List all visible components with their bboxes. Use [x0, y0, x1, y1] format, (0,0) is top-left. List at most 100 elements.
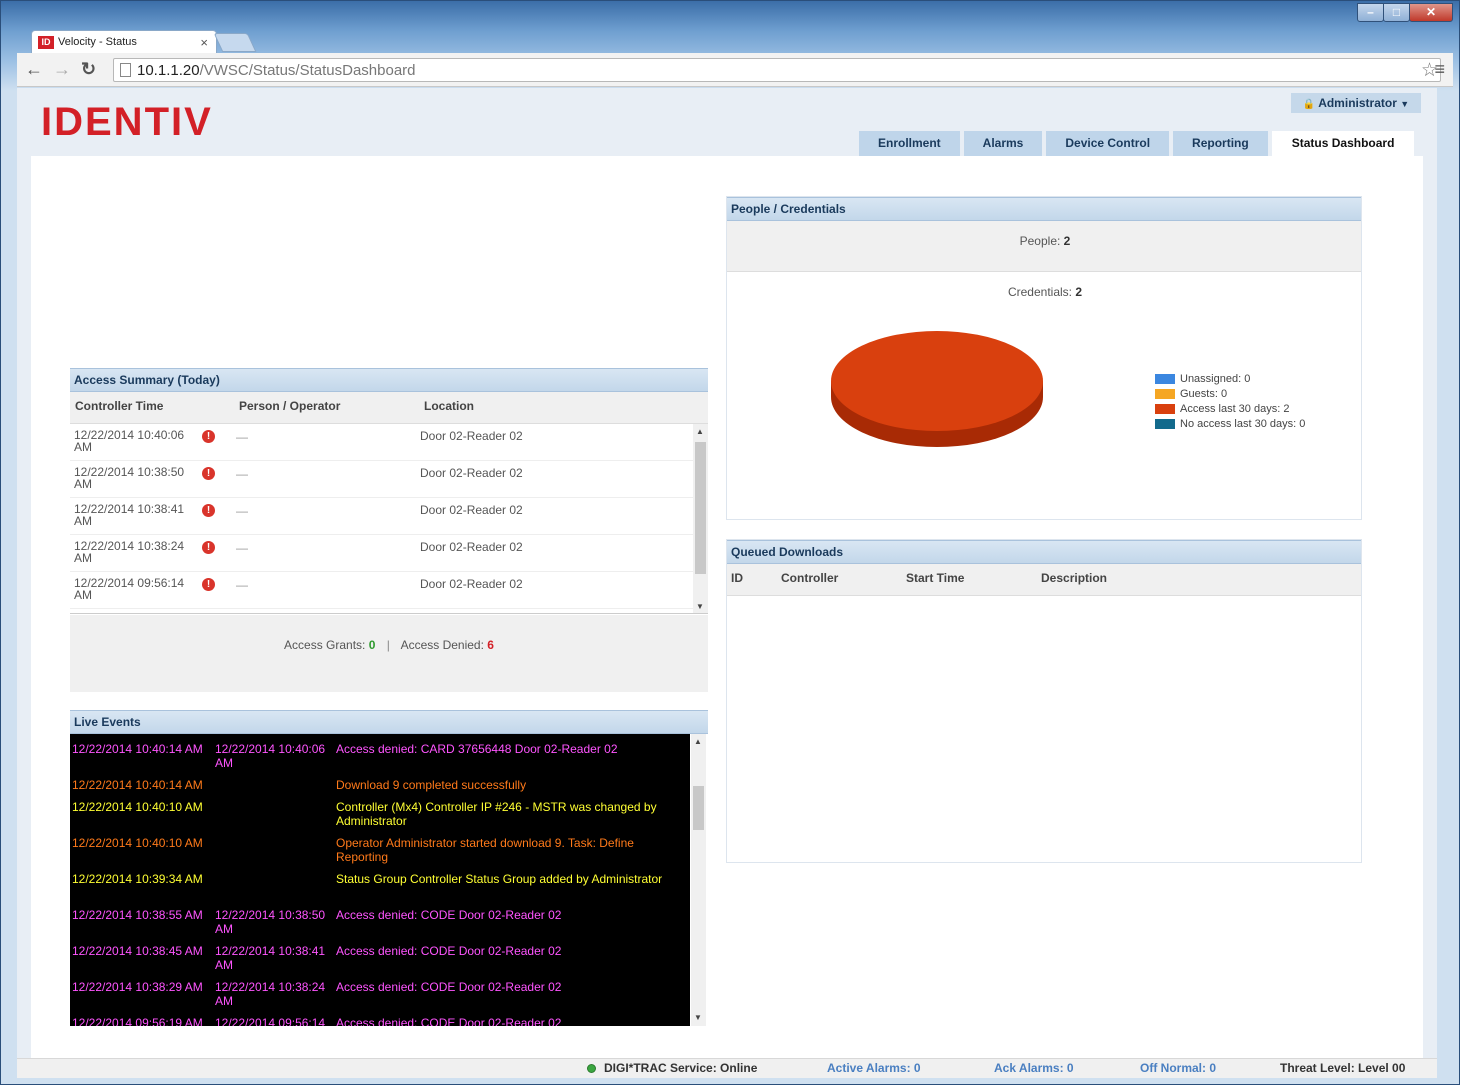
legend-swatch	[1155, 418, 1175, 429]
people-value: 2	[1063, 234, 1071, 248]
list-item[interactable]: 12/22/2014 10:38:45 AM 12/22/2014 10:38:4…	[70, 936, 690, 972]
event-message: Access denied: CODE Door 02-Reader 02	[336, 1016, 562, 1026]
event-time: 12/22/2014 10:38:29 AM	[72, 980, 203, 994]
credentials-pie-chart	[831, 331, 1043, 447]
event-time: 12/22/2014 10:40:10 AM	[72, 836, 203, 850]
people-credentials-title: People / Credentials	[727, 197, 1361, 221]
table-row[interactable]: 12/22/2014 10:38:24 AM! — Door 02-Reader 0…	[70, 535, 708, 572]
pie-slice[interactable]	[831, 331, 1043, 431]
scroll-down-icon[interactable]: ▼	[696, 602, 704, 611]
row-person: —	[236, 430, 248, 444]
event-message: Download 9 completed successfully	[336, 778, 527, 792]
scroll-down-icon[interactable]: ▼	[694, 1013, 702, 1022]
online-status-icon	[587, 1064, 596, 1073]
col-start-time[interactable]: Start Time	[906, 571, 964, 585]
credentials-label: Credentials:	[1007, 285, 1072, 299]
live-events-title: Live Events	[70, 710, 708, 734]
event-time: 12/22/2014 10:40:14 AM	[72, 778, 203, 792]
list-item[interactable]: 12/22/2014 10:40:14 AM 12/22/2014 10:40:0…	[70, 734, 690, 770]
row-location: Door 02-Reader 02	[420, 503, 523, 517]
scroll-thumb[interactable]	[693, 786, 704, 830]
page-icon	[120, 63, 131, 77]
tab-reporting[interactable]: Reporting	[1173, 131, 1268, 156]
access-summary-header: Controller Time Person / Operator Locati…	[70, 392, 708, 424]
row-location: Door 02-Reader 02	[420, 429, 523, 443]
list-item[interactable]: 12/22/2014 10:40:10 AM Operator Administr…	[70, 828, 690, 864]
col-id[interactable]: ID	[731, 571, 743, 585]
reload-icon[interactable]: ↻	[81, 59, 96, 80]
totals-separator: |	[386, 638, 390, 652]
table-row[interactable]: 12/22/2014 10:38:41 AM! — Door 02-Reader 0…	[70, 498, 708, 535]
event-time: 12/22/2014 10:39:34 AM	[72, 872, 203, 886]
event-message: Status Group Controller Status Group add…	[336, 872, 663, 886]
tab-enrollment[interactable]: Enrollment	[859, 131, 960, 156]
service-status: DIGI*TRAC Service: Online	[587, 1061, 757, 1075]
legend-swatch	[1155, 388, 1175, 399]
list-item[interactable]: 12/22/2014 09:56:19 AM 12/22/2014 09:56:1…	[70, 1008, 690, 1026]
table-row[interactable]: 12/22/2014 09:56:14 AM! — Door 02-Reader 0…	[70, 572, 708, 609]
back-arrow-icon[interactable]: ←	[25, 59, 43, 80]
table-row[interactable]: 12/22/2014 10:40:06 AM! — Door 02-Reader 0…	[70, 424, 708, 461]
maximize-button[interactable]: □	[1383, 3, 1410, 22]
queued-downloads-title: Queued Downloads	[727, 540, 1361, 564]
minimize-button[interactable]: –	[1357, 3, 1384, 22]
event-message: Operator Administrator started download …	[336, 836, 634, 864]
list-item[interactable]: 12/22/2014 10:40:14 AM Download 9 complet…	[70, 770, 690, 792]
people-label: People:	[1019, 234, 1061, 248]
col-controller-time[interactable]: Controller Time	[75, 399, 163, 413]
user-menu[interactable]: 🔒 Administrator ▼	[1291, 93, 1421, 113]
alert-icon: !	[202, 467, 215, 480]
col-person-operator[interactable]: Person / Operator	[239, 399, 340, 413]
row-person: —	[236, 541, 248, 555]
live-events-panel: Live Events 12/22/2014 10:40:14 AM 12/22/…	[70, 710, 708, 1028]
legend-swatch	[1155, 403, 1175, 414]
list-item[interactable]: 12/22/2014 10:39:34 AM Status Group Contr…	[70, 864, 690, 900]
col-controller[interactable]: Controller	[781, 571, 838, 585]
legend-label: Unassigned: 0	[1180, 372, 1251, 385]
tab-status-dashboard[interactable]: Status Dashboard	[1271, 131, 1415, 156]
live-events-scrollbar[interactable]: ▲ ▼	[691, 734, 706, 1026]
row-controller-time: 12/22/2014 10:38:41 AM	[74, 502, 185, 528]
hamburger-menu-icon[interactable]: ≡	[1434, 59, 1445, 80]
tab-close-icon[interactable]: ×	[200, 35, 208, 50]
url-path: /VWSC/Status/StatusDashboard	[199, 61, 416, 79]
row-location: Door 02-Reader 02	[420, 577, 523, 591]
access-summary-list: 12/22/2014 10:40:06 AM! — Door 02-Reader 0…	[70, 424, 708, 614]
row-person: —	[236, 504, 248, 518]
scroll-up-icon[interactable]: ▲	[696, 427, 704, 436]
col-description[interactable]: Description	[1041, 571, 1107, 585]
dashboard-content: Access Summary (Today) Controller Time P…	[31, 156, 1423, 1058]
alert-icon: !	[202, 578, 215, 591]
identiv-logo: IDENTIV	[41, 100, 213, 144]
table-row[interactable]: 12/22/2014 10:38:50 AM! — Door 02-Reader 0…	[70, 461, 708, 498]
list-item[interactable]: 12/22/2014 10:40:10 AM Controller (Mx4) C…	[70, 792, 690, 828]
ack-alarms-link[interactable]: Ack Alarms: 0	[994, 1061, 1074, 1075]
off-normal-link[interactable]: Off Normal: 0	[1140, 1061, 1216, 1075]
access-summary-panel: Access Summary (Today) Controller Time P…	[70, 368, 708, 692]
address-bar[interactable]: 10.1.1.20/VWSC/Status/StatusDashboard ☆	[113, 58, 1441, 82]
legend-item: No access last 30 days: 0	[1155, 416, 1305, 431]
new-tab-button[interactable]	[213, 33, 257, 52]
tab-device-control[interactable]: Device Control	[1046, 131, 1170, 156]
close-window-button[interactable]: ✕	[1409, 3, 1453, 22]
denied-label: Access Denied:	[400, 638, 484, 652]
queued-downloads-panel: Queued Downloads ID Controller Start Tim…	[726, 539, 1362, 863]
legend-item: Guests: 0	[1155, 386, 1305, 401]
list-item[interactable]: 12/22/2014 10:38:29 AM 12/22/2014 10:38:2…	[70, 972, 690, 1008]
forward-arrow-icon[interactable]: →	[53, 59, 71, 80]
list-item[interactable]: 12/22/2014 10:38:55 AM 12/22/2014 10:38:5…	[70, 900, 690, 936]
row-location: Door 02-Reader 02	[420, 466, 523, 480]
scroll-thumb[interactable]	[695, 442, 706, 574]
browser-toolbar: ← → ↻ 10.1.1.20/VWSC/Status/StatusDashbo…	[17, 53, 1453, 87]
event-time: 12/22/2014 10:40:14 AM	[72, 742, 203, 756]
caret-down-icon: ▼	[1400, 99, 1410, 109]
col-location[interactable]: Location	[424, 399, 474, 413]
event-time: 12/22/2014 10:40:10 AM	[72, 800, 203, 814]
access-summary-scrollbar[interactable]: ▲ ▼	[693, 424, 708, 613]
browser-tab[interactable]: ID Velocity - Status ×	[31, 30, 217, 53]
service-status-text: DIGI*TRAC Service: Online	[604, 1061, 758, 1075]
scroll-up-icon[interactable]: ▲	[694, 737, 702, 746]
active-alarms-link[interactable]: Active Alarms: 0	[827, 1061, 921, 1075]
tab-alarms[interactable]: Alarms	[963, 131, 1043, 156]
tab-title: Velocity - Status	[58, 36, 137, 48]
